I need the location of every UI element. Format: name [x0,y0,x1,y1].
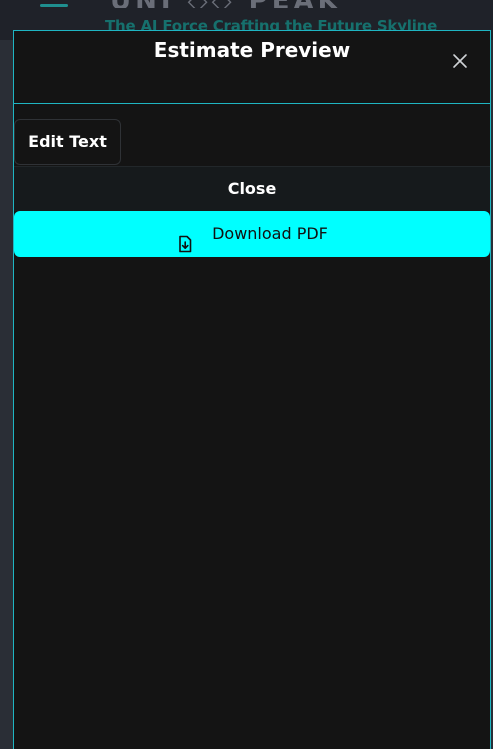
estimate-preview-modal: Estimate Preview Edit Text Close Downloa… [13,30,491,749]
download-pdf-label: Download PDF [212,224,328,243]
screen: UNI ◇◇ PEAK The AI Force Crafting the Fu… [0,0,493,749]
background-logo: UNI ◇◇ PEAK [110,0,410,8]
modal-header: Estimate Preview [14,31,490,104]
hamburger-menu-icon[interactable] [40,0,68,12]
download-pdf-button[interactable]: Download PDF [14,211,490,257]
edit-text-button[interactable]: Edit Text [14,119,121,165]
estimate-preview-area [14,269,490,749]
file-download-icon [176,225,194,253]
page-left-edge [0,0,13,749]
close-icon[interactable] [452,53,468,69]
close-button[interactable]: Close [14,166,490,211]
modal-title: Estimate Preview [153,38,351,62]
